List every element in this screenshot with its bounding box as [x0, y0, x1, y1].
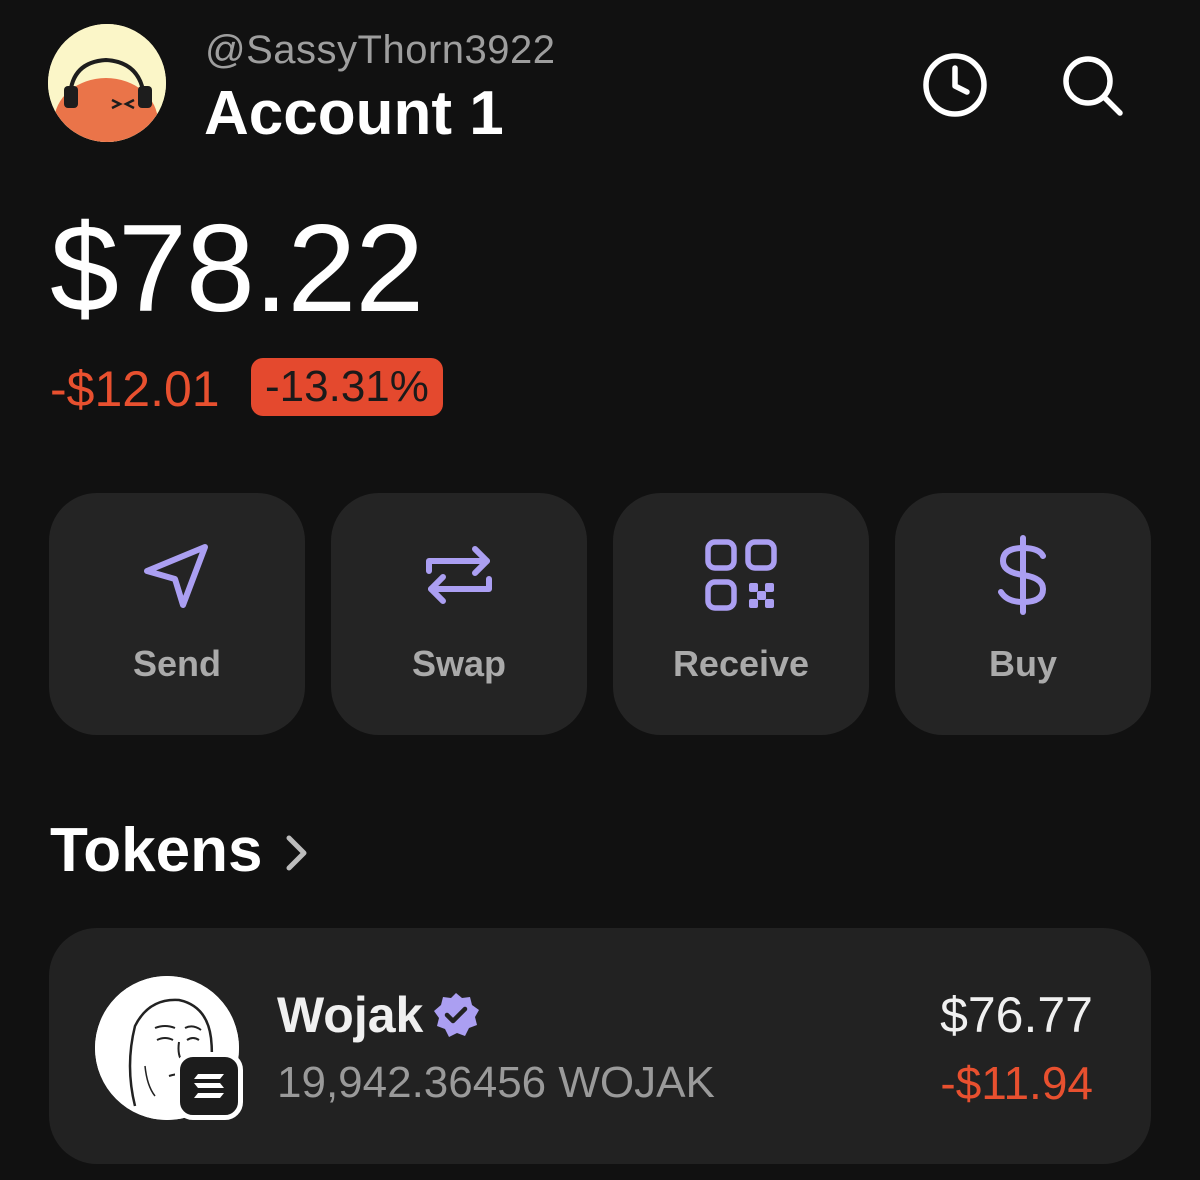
history-icon — [923, 53, 987, 117]
solana-chain-badge — [175, 1052, 243, 1120]
search-icon — [1063, 56, 1123, 116]
avatar[interactable] — [48, 24, 166, 142]
total-balance: $78.22 — [50, 200, 424, 338]
swap-icon — [426, 546, 492, 604]
swap-label: Swap — [411, 643, 507, 684]
dollar-icon — [998, 535, 1047, 615]
chevron-right-icon — [286, 835, 307, 870]
account-name[interactable]: Account 1 — [204, 78, 504, 149]
send-icon — [144, 544, 208, 608]
solana-icon — [194, 1074, 224, 1098]
balance-change-amount: -$12.01 — [50, 361, 220, 417]
history-button[interactable] — [919, 49, 991, 121]
qr-code-icon — [705, 539, 777, 611]
send-label: Send — [132, 643, 221, 684]
token-amount: 19,942.36456 WOJAK — [277, 1058, 715, 1107]
avatar-illustration — [48, 24, 166, 142]
balance-change-percent-badge: -13.31% — [251, 358, 443, 416]
tokens-title: Tokens — [50, 816, 263, 885]
wallet-home: @SassyThorn3922 Account 1 $78.22 -$12.01… — [0, 0, 1200, 1180]
token-name: Wojak — [277, 987, 424, 1043]
token-change: -$11.94 — [940, 1057, 1093, 1109]
tokens-section-header[interactable]: Tokens — [50, 815, 310, 886]
buy-button[interactable]: Buy — [895, 493, 1151, 735]
token-row-wojak[interactable]: Wojak 19,942.36456 WOJAK $76.77 -$11.94 — [49, 928, 1151, 1164]
receive-label: Receive — [672, 643, 810, 684]
buy-label: Buy — [988, 643, 1057, 684]
token-value: $76.77 — [940, 987, 1093, 1043]
receive-button[interactable]: Receive — [613, 493, 869, 735]
verified-badge-icon — [434, 993, 479, 1037]
swap-button[interactable]: Swap — [331, 493, 587, 735]
account-handle: @SassyThorn3922 — [205, 28, 556, 72]
search-button[interactable] — [1056, 49, 1128, 121]
send-button[interactable]: Send — [49, 493, 305, 735]
